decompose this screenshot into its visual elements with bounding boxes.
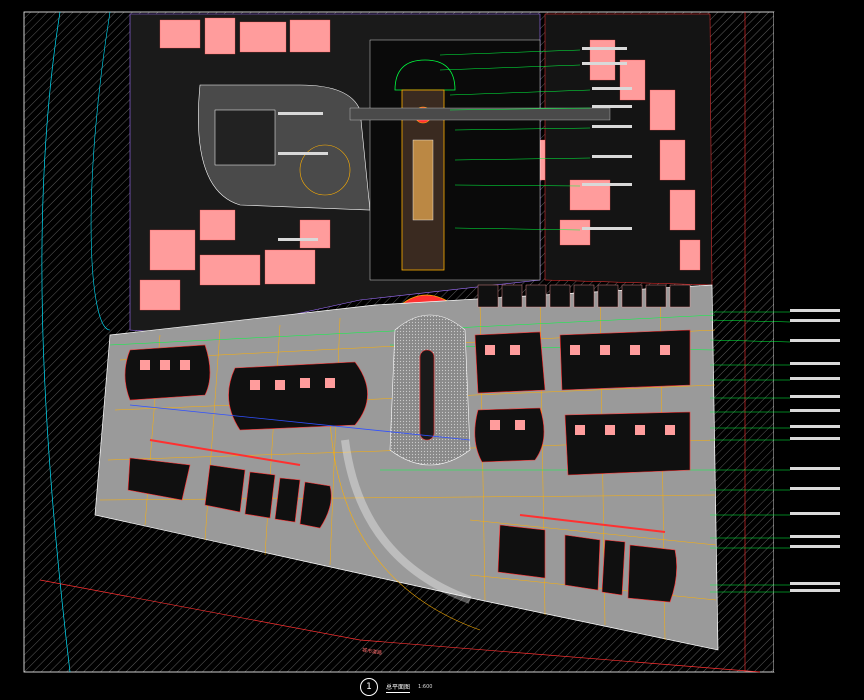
drawing-number: 1 xyxy=(360,678,378,696)
drawing-title: 总平面图 xyxy=(386,683,411,693)
axis-pool xyxy=(412,139,434,221)
cad-site-plan[interactable] xyxy=(0,0,864,700)
title-block: 1 总平面图 1:600 xyxy=(360,676,432,698)
sports-court xyxy=(214,109,276,166)
north-row-blocks xyxy=(477,284,691,308)
drawing-scale: 1:600 xyxy=(418,684,433,690)
oval-inner-pool xyxy=(419,349,435,441)
